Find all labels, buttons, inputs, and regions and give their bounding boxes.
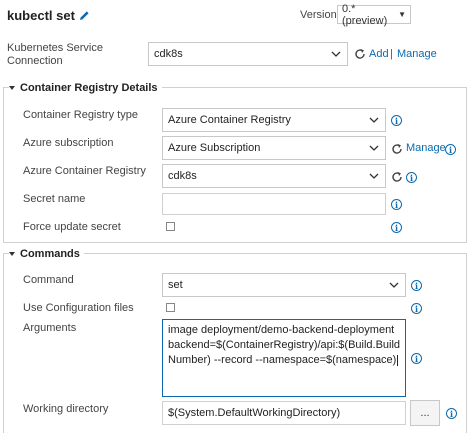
chevron-down-icon [369,173,379,179]
chevron-down-icon [369,117,379,123]
acr-label: Azure Container Registry [23,165,146,177]
collapse-triangle-icon [9,86,15,90]
caret-down-icon: ▼ [398,10,406,19]
registry-section-title: Container Registry Details [20,82,158,94]
acr-select[interactable]: cdk8s [162,164,386,188]
arguments-line: image deployment/demo-backend-deployment [168,324,395,336]
task-title: kubectl set [7,8,90,23]
commands-section-header[interactable]: Commands [9,248,84,260]
link-separator: | [390,48,393,60]
chevron-down-icon [331,51,341,57]
connection-add-link[interactable]: Add [369,48,389,60]
working-dir-input[interactable]: $(System.DefaultWorkingDirectory) [162,401,406,425]
registry-type-select[interactable]: Azure Container Registry [162,108,386,132]
info-icon[interactable]: i [406,172,417,183]
version-label: Version [300,9,337,21]
info-icon[interactable]: i [391,222,402,233]
working-dir-label: Working directory [23,403,109,415]
registry-section-header[interactable]: Container Registry Details [9,82,162,94]
connection-label-line2: Connection [7,55,63,67]
info-icon[interactable]: i [411,280,422,291]
info-icon[interactable]: i [411,303,422,314]
refresh-icon[interactable] [391,143,403,155]
arguments-line: Number) --record --namespace=$(namespace… [168,354,397,366]
use-config-label: Use Configuration files [23,302,134,314]
info-icon[interactable]: i [391,115,402,126]
info-icon[interactable]: i [411,353,422,364]
connection-manage-link[interactable]: Manage [397,48,437,60]
subscription-label: Azure subscription [23,137,114,149]
force-update-label: Force update secret [23,221,121,233]
registry-type-label: Container Registry type [23,109,138,121]
info-icon[interactable]: i [391,199,402,210]
arguments-line-last: Number) --record --namespace=$(namespace… [168,353,400,368]
version-select[interactable]: 0.* (preview) ▼ [337,2,411,27]
commands-section-title: Commands [20,248,80,260]
info-icon[interactable]: i [445,144,456,155]
secret-label: Secret name [23,193,86,205]
chevron-down-icon [369,145,379,151]
command-select[interactable]: set [162,273,406,297]
version-value: 0.* (preview) [342,2,388,27]
collapse-triangle-icon [9,252,15,256]
subscription-value: Azure Subscription [168,142,261,154]
acr-value: cdk8s [168,170,197,182]
arguments-line: backend=$(ContainerRegistry)/api:$(Build… [168,339,401,351]
command-value: set [168,279,183,291]
connection-value: cdk8s [154,48,183,60]
browse-button[interactable]: ... [410,400,440,426]
connection-select[interactable]: cdk8s [148,42,348,66]
info-icon[interactable]: i [446,408,457,419]
registry-type-value: Azure Container Registry [168,114,291,126]
force-update-checkbox[interactable] [166,222,175,231]
connection-label-line1: Kubernetes Service [7,42,103,54]
task-title-text: kubectl set [7,8,75,23]
command-label: Command [23,274,74,286]
refresh-icon[interactable] [354,48,366,60]
use-config-checkbox[interactable] [166,303,175,312]
chevron-down-icon [389,282,399,288]
secret-input[interactable] [162,193,386,215]
subscription-select[interactable]: Azure Subscription [162,136,386,160]
text-cursor [397,354,399,366]
arguments-textarea[interactable]: image deployment/demo-backend-deployment… [162,319,406,397]
connection-label: Kubernetes Service Connection [7,42,103,68]
pencil-icon[interactable] [79,10,90,21]
arguments-label: Arguments [23,322,77,334]
subscription-manage-link[interactable]: Manage [406,142,446,154]
refresh-icon[interactable] [391,171,403,183]
